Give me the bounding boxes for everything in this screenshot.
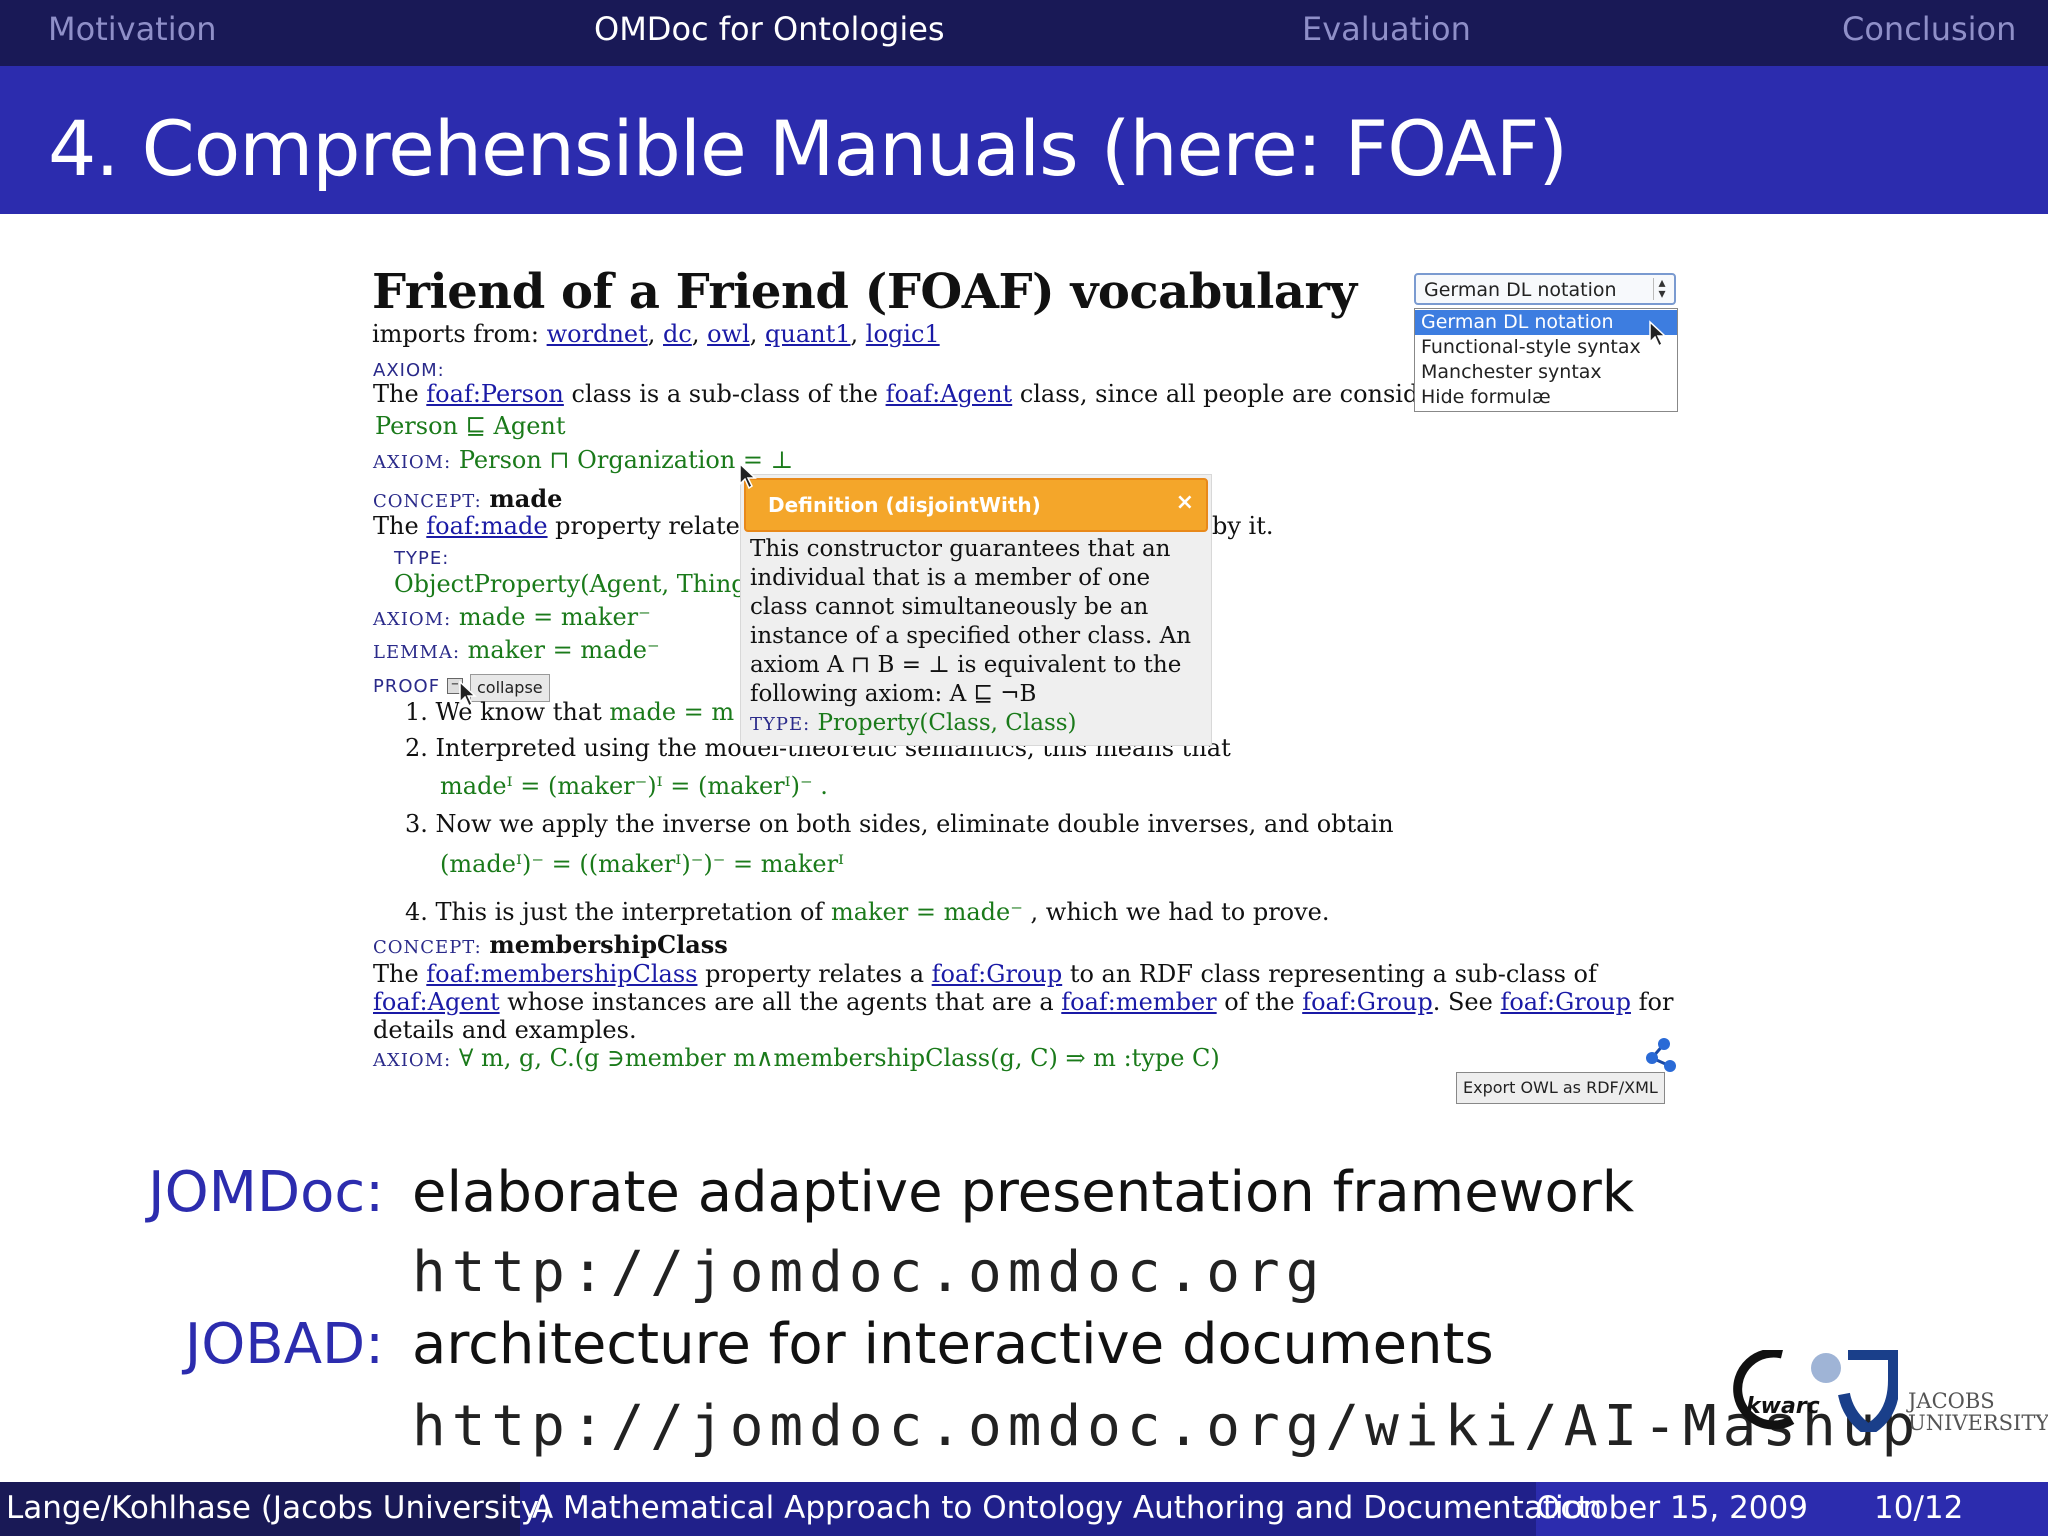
bullet-text-jobad: architecture for interactive documents: [412, 1312, 1494, 1377]
bullet-label-jomdoc: JOMDoc:: [148, 1160, 384, 1225]
link-foaf-group-2[interactable]: foaf:Group: [1302, 988, 1433, 1016]
axiom1-formula[interactable]: Person ⊑ Agent: [375, 412, 566, 440]
imports-line: imports from: wordnet, dc, owl, quant1, …: [372, 320, 940, 348]
link-foaf-agent-2[interactable]: foaf:Agent: [373, 988, 500, 1016]
notation-option-functional[interactable]: Functional-style syntax: [1415, 335, 1677, 360]
concept-made-text: The foaf:made property relate: [373, 512, 740, 540]
notation-option-manchester[interactable]: Manchester syntax: [1415, 360, 1677, 385]
membership-text-line3: details and examples.: [373, 1016, 637, 1044]
proof-step-3: 3. Now we apply the inverse on both side…: [405, 810, 1394, 838]
membership-axiom[interactable]: ∀ m, g, C.(g ∋member m∧membershipClass(g…: [459, 1044, 1220, 1072]
concept-membership-heading: CONCEPT: membershipClass: [373, 930, 728, 959]
proof-step-4: 4. This is just the interpretation of ma…: [405, 898, 1330, 926]
popup-header: Definition (disjointWith) ×: [744, 478, 1208, 532]
footer-page: 10/12: [1874, 1490, 1964, 1526]
footer-authors: Lange/Kohlhase (Jacobs University): [6, 1490, 552, 1526]
link-foaf-group[interactable]: foaf:Group: [932, 960, 1063, 988]
imports-label: imports from:: [372, 320, 539, 348]
made-lemma[interactable]: maker = made⁻: [468, 636, 660, 664]
bullet-url-jobad[interactable]: http://jomdoc.omdoc.org/wiki/AI-Mashup: [412, 1394, 1921, 1459]
made-axiom[interactable]: made = maker⁻: [459, 603, 651, 631]
popup-line-1: This constructor guarantees that an: [750, 536, 1171, 562]
proof-step-3-formula: (madeᴵ)⁻ = ((makerᴵ)⁻)⁻ = makerᴵ: [440, 850, 845, 878]
link-foaf-member[interactable]: foaf:member: [1061, 988, 1216, 1016]
mouse-cursor-icon: [1649, 320, 1667, 348]
section-nav: Motivation OMDoc for Ontologies Evaluati…: [0, 0, 2048, 66]
jacobs-university-logo: JACOBS UNIVERSITY: [1908, 1389, 2048, 1435]
bullet-label-jobad: JOBAD:: [184, 1312, 384, 1377]
import-link-quant1[interactable]: quant1: [765, 320, 851, 348]
membership-text-line1: The foaf:membershipClass property relate…: [373, 960, 1597, 988]
notation-options: German DL notation Functional-style synt…: [1414, 308, 1678, 412]
nav-item-omdoc[interactable]: OMDoc for Ontologies: [594, 10, 945, 48]
mouse-cursor-icon: [459, 680, 477, 708]
link-foaf-membershipclass[interactable]: foaf:membershipClass: [426, 960, 697, 988]
notation-option-hide[interactable]: Hide formulæ: [1415, 385, 1677, 410]
popup-type-line: TYPE: Property(Class, Class): [750, 710, 1077, 736]
popup-line-2: individual that is a member of one: [750, 565, 1151, 591]
slide-title: 4. Comprehensible Manuals (here: FOAF): [48, 104, 1568, 193]
import-link-owl[interactable]: owl: [707, 320, 750, 348]
made-axiom-line: AXIOM: made = maker⁻: [373, 603, 651, 631]
made-lemma-line: LEMMA: maker = made⁻: [373, 636, 660, 664]
export-owl-button[interactable]: Export OWL as RDF/XML: [1456, 1072, 1665, 1104]
made-type: ObjectProperty(Agent, Thing: [394, 570, 747, 598]
bullet-url-jomdoc[interactable]: http://jomdoc.omdoc.org: [412, 1240, 1325, 1305]
jacobs-shield-icon: [1811, 1350, 1898, 1432]
axiom1-text: The foaf:Person class is a sub-class of …: [373, 380, 1433, 408]
import-link-dc[interactable]: dc: [663, 320, 692, 348]
proof-step-2-formula: madeᴵ = (maker⁻)ᴵ = (makerᴵ)⁻ .: [440, 772, 828, 800]
nav-item-motivation[interactable]: Motivation: [48, 10, 216, 48]
axiom2-line: AXIOM: Person ⊓ Organization = ⊥: [373, 446, 794, 474]
notation-select-value: German DL notation: [1424, 279, 1617, 301]
close-icon[interactable]: ×: [1176, 490, 1194, 515]
link-foaf-group-3[interactable]: foaf:Group: [1500, 988, 1631, 1016]
proof-label: PROOF: [373, 676, 441, 697]
proof-step-1: 1. We know that made = m: [405, 698, 735, 726]
popup-title: Definition (disjointWith): [768, 493, 1041, 517]
axiom-label: AXIOM:: [373, 360, 445, 381]
popup-line-5: axiom A ⊓ B = ⊥ is equivalent to the: [750, 652, 1182, 678]
link-foaf-made[interactable]: foaf:made: [426, 512, 547, 540]
footer-talk-title: A Mathematical Approach to Ontology Auth…: [532, 1490, 1603, 1526]
nav-item-evaluation[interactable]: Evaluation: [1302, 10, 1471, 48]
footer-date: October 15, 2009: [1536, 1490, 1808, 1526]
kwarc-logo: kwarc: [1722, 1348, 1822, 1430]
bullet-text-jomdoc: elaborate adaptive presentation framewor…: [412, 1160, 1635, 1225]
notation-option-german-dl[interactable]: German DL notation: [1415, 310, 1677, 335]
type-label: TYPE:: [394, 548, 450, 569]
popup-line-3: class cannot simultaneously be an: [750, 594, 1149, 620]
link-foaf-agent[interactable]: foaf:Agent: [886, 380, 1013, 408]
concept-made-heading: CONCEPT: made: [373, 484, 563, 513]
nav-item-conclusion[interactable]: Conclusion: [1842, 10, 2016, 48]
notation-select[interactable]: German DL notation ▴ ▾: [1414, 273, 1676, 305]
membership-text-line2: foaf:Agent whose instances are all the a…: [373, 988, 1674, 1016]
document-title: Friend of a Friend (FOAF) vocabulary: [372, 264, 1357, 320]
link-foaf-person[interactable]: foaf:Person: [426, 380, 564, 408]
concept-made-text-tail: by it.: [1212, 512, 1274, 540]
import-link-logic1[interactable]: logic1: [866, 320, 940, 348]
popup-line-4: instance of a specified other class. An: [750, 623, 1192, 649]
mouse-cursor-icon: [739, 462, 757, 490]
import-link-wordnet[interactable]: wordnet: [547, 320, 648, 348]
chevron-updown-icon: ▴ ▾: [1653, 276, 1670, 301]
rdf-graph-icon[interactable]: [1640, 1036, 1680, 1076]
popup-line-6: following axiom: A ⊑ ¬B: [750, 681, 1037, 707]
membership-axiom-line: AXIOM: ∀ m, g, C.(g ∋member m∧membership…: [373, 1044, 1220, 1072]
